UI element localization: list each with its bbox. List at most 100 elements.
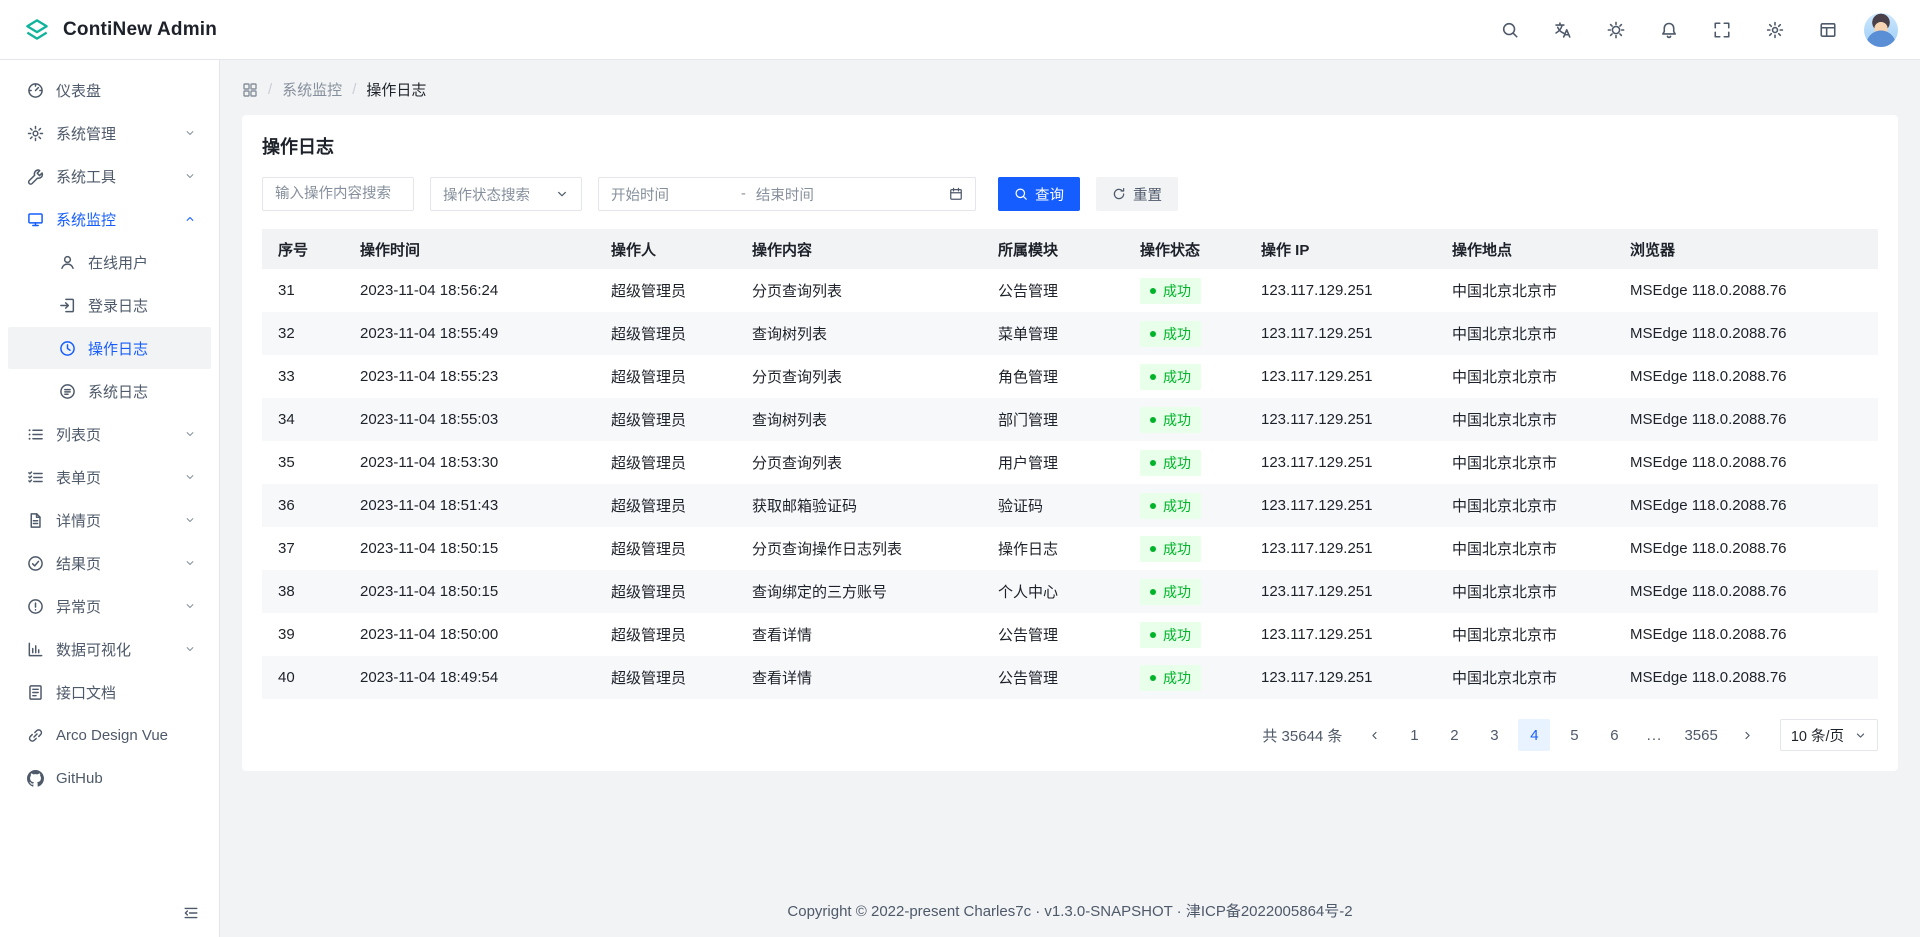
content-cell: 获取邮箱验证码 [736,484,982,527]
table-row: 382023-11-04 18:50:15超级管理员查询绑定的三方账号个人中心成… [262,570,1878,613]
browser-cell: MSEdge 118.0.2088.76 [1614,398,1878,441]
calendar-icon [949,187,963,201]
footer: Copyright © 2022-present Charles7c · v1.… [220,876,1920,937]
fullscreen-button[interactable] [1705,13,1739,47]
status-badge: 成功 [1140,665,1201,691]
app-logo: ContiNew Admin [22,15,217,45]
pagination-page-button[interactable]: 3 [1478,719,1510,751]
pagination-page-button[interactable]: 3565 [1678,719,1723,751]
sidebar-item[interactable]: 系统日志 [8,370,211,412]
chevron-up-icon [181,213,199,225]
pagination-page-button[interactable]: 6 [1598,719,1630,751]
location-cell: 中国北京北京市 [1436,269,1614,312]
sidebar-item[interactable]: 系统工具 [8,155,211,197]
status-dot [1150,331,1156,337]
content-search-input[interactable] [262,177,414,211]
status-text: 成功 [1163,367,1191,387]
translate-button[interactable] [1546,13,1580,47]
content-cell: 查询树列表 [736,312,982,355]
status-dot [1150,503,1156,509]
status-cell: 成功 [1124,355,1245,398]
notification-button[interactable] [1652,13,1686,47]
browser-cell: MSEdge 118.0.2088.76 [1614,527,1878,570]
breadcrumb-item[interactable]: 操作日志 [366,79,426,100]
sidebar-item[interactable]: 结果页 [8,542,211,584]
sidebar-item[interactable]: Arco Design Vue [8,714,211,756]
reset-button[interactable]: 重置 [1096,177,1178,211]
dashboard-icon [26,82,44,99]
ip-cell: 123.117.129.251 [1245,312,1436,355]
content-cell: 分页查询列表 [736,355,982,398]
sidebar-item[interactable]: 详情页 [8,499,211,541]
pagination-prev-button[interactable] [1358,719,1390,751]
refresh-icon [1112,187,1126,201]
sidebar-item[interactable]: 表单页 [8,456,211,498]
login-log-icon [58,297,76,314]
seq-cell: 32 [262,312,344,355]
browser-cell: MSEdge 118.0.2088.76 [1614,355,1878,398]
operator-cell: 超级管理员 [595,441,736,484]
sidebar-item[interactable]: 数据可视化 [8,628,211,670]
reset-button-label: 重置 [1133,184,1162,205]
seq-cell: 37 [262,527,344,570]
status-text: 成功 [1163,281,1191,301]
status-select[interactable]: 操作状态搜索 [430,177,582,211]
table-row: 402023-11-04 18:49:54超级管理员查看详情公告管理成功123.… [262,656,1878,699]
sidebar-item[interactable]: 列表页 [8,413,211,455]
date-range-picker[interactable]: 开始时间 - 结束时间 [598,177,976,211]
status-cell: 成功 [1124,656,1245,699]
pagination-page-button[interactable]: 1 [1398,719,1430,751]
search-button[interactable] [1493,13,1527,47]
table-row: 322023-11-04 18:55:49超级管理员查询树列表菜单管理成功123… [262,312,1878,355]
settings-icon [1766,21,1784,39]
operation-log-table: 序号操作时间操作人操作内容所属模块操作状态操作 IP操作地点浏览器 312023… [262,229,1878,699]
seq-cell: 33 [262,355,344,398]
column-header: 浏览器 [1614,229,1878,269]
breadcrumb-separator: / [268,81,272,98]
sidebar-item[interactable]: 登录日志 [8,284,211,326]
translate-icon [1554,21,1572,39]
menu-fold-icon [183,905,199,921]
gear-icon [26,125,44,142]
sidebar-item[interactable]: 仪表盘 [8,69,211,111]
layout-button[interactable] [1811,13,1845,47]
fullscreen-icon [1713,21,1731,39]
sidebar-item[interactable]: GitHub [8,757,211,799]
pagination-page-button[interactable]: 2 [1438,719,1470,751]
browser-cell: MSEdge 118.0.2088.76 [1614,570,1878,613]
page-size-select[interactable]: 10 条/页 [1780,719,1878,751]
app-header: ContiNew Admin [0,0,1920,60]
status-badge: 成功 [1140,364,1201,390]
sidebar-item[interactable]: 在线用户 [8,241,211,283]
sidebar-item[interactable]: 操作日志 [8,327,211,369]
theme-button[interactable] [1599,13,1633,47]
ip-cell: 123.117.129.251 [1245,527,1436,570]
breadcrumb-item[interactable]: 系统监控 [282,79,342,100]
module-cell: 验证码 [982,484,1124,527]
user-avatar[interactable] [1864,13,1898,47]
module-cell: 用户管理 [982,441,1124,484]
result-icon [26,555,44,572]
content-cell: 分页查询列表 [736,269,982,312]
operator-cell: 超级管理员 [595,484,736,527]
pagination-next-button[interactable] [1732,719,1764,751]
range-separator: - [741,186,746,202]
sidebar-item[interactable]: 系统监控 [8,198,211,240]
pagination-page-button[interactable]: 4 [1518,719,1550,751]
column-header: 操作人 [595,229,736,269]
content-cell: 查看详情 [736,613,982,656]
filter-bar: 操作状态搜索 开始时间 - 结束时间 查询 重置 [262,177,1878,211]
time-cell: 2023-11-04 18:55:23 [344,355,595,398]
sidebar-item-label: 表单页 [56,467,169,488]
sidebar-item-label: GitHub [56,770,199,787]
sidebar-item[interactable]: 系统管理 [8,112,211,154]
status-badge: 成功 [1140,536,1201,562]
status-text: 成功 [1163,453,1191,473]
sidebar-item[interactable]: 异常页 [8,585,211,627]
pagination-page-button[interactable]: 5 [1558,719,1590,751]
settings-button[interactable] [1758,13,1792,47]
sidebar-item[interactable]: 接口文档 [8,671,211,713]
status-text: 成功 [1163,410,1191,430]
collapse-sidebar-button[interactable] [177,899,205,927]
search-button[interactable]: 查询 [998,177,1080,211]
